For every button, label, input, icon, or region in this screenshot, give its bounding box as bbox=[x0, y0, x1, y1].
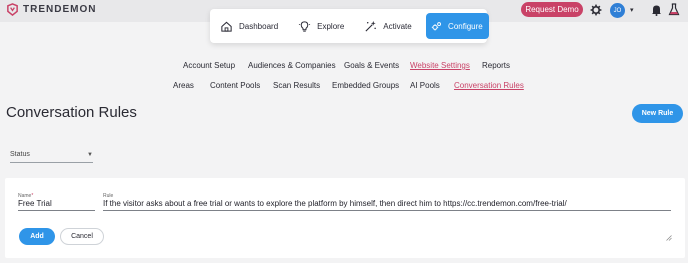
tab-account-setup[interactable]: Account Setup bbox=[183, 61, 235, 70]
brand-name: TRENDEMON bbox=[23, 4, 97, 15]
tab-goals-events[interactable]: Goals & Events bbox=[344, 61, 399, 70]
rule-form-card: Name* Free Trial Rule If the visitor ask… bbox=[5, 178, 685, 258]
resize-grip-icon[interactable] bbox=[666, 235, 672, 241]
rule-field-underline bbox=[103, 210, 671, 211]
avatar[interactable]: JO bbox=[610, 3, 625, 18]
tab-content-pools[interactable]: Content Pools bbox=[210, 81, 260, 90]
nav-dashboard[interactable]: Dashboard bbox=[214, 13, 284, 39]
sparkle-wand-icon bbox=[365, 20, 377, 32]
status-select-label: Status bbox=[10, 151, 30, 158]
tab-scan-results[interactable]: Scan Results bbox=[273, 81, 320, 90]
main-nav: Dashboard Explore Activate Configure bbox=[210, 9, 489, 43]
nav-configure[interactable]: Configure bbox=[425, 13, 489, 39]
tab-ai-pools[interactable]: AI Pools bbox=[410, 81, 440, 90]
gear-icon[interactable] bbox=[590, 4, 602, 16]
bell-icon[interactable] bbox=[651, 4, 662, 16]
house-icon bbox=[221, 21, 232, 32]
new-rule-button[interactable]: New Rule bbox=[632, 104, 683, 123]
tab-areas[interactable]: Areas bbox=[173, 81, 194, 90]
tab-reports[interactable]: Reports bbox=[482, 61, 510, 70]
nav-activate-label: Activate bbox=[383, 21, 412, 31]
lightbulb-icon bbox=[299, 20, 311, 32]
cancel-button[interactable]: Cancel bbox=[60, 228, 104, 245]
nav-explore[interactable]: Explore bbox=[292, 13, 350, 39]
tab-website-settings[interactable]: Website Settings bbox=[410, 61, 470, 70]
nav-configure-label: Configure bbox=[448, 21, 483, 31]
name-field-underline bbox=[18, 210, 95, 211]
request-demo-button[interactable]: Request Demo bbox=[521, 2, 583, 17]
trendemon-logo-icon bbox=[7, 3, 18, 16]
nav-activate[interactable]: Activate bbox=[358, 13, 417, 39]
chevron-down-icon: ▼ bbox=[87, 151, 93, 158]
flask-icon[interactable] bbox=[668, 3, 680, 16]
brand-logo[interactable]: TRENDEMON bbox=[6, 3, 96, 16]
tab-conversation-rules[interactable]: Conversation Rules bbox=[454, 81, 524, 90]
rule-field[interactable]: If the visitor asks about a free trial o… bbox=[103, 199, 567, 208]
name-field[interactable]: Free Trial bbox=[18, 199, 52, 208]
nav-dashboard-label: Dashboard bbox=[239, 21, 279, 31]
tab-audiences-companies[interactable]: Audiences & Companies bbox=[248, 61, 336, 70]
page-title: Conversation Rules bbox=[6, 104, 137, 121]
status-select[interactable]: Status ▼ bbox=[10, 149, 93, 163]
nav-explore-label: Explore bbox=[317, 21, 345, 31]
add-button[interactable]: Add bbox=[19, 228, 55, 245]
tab-embedded-groups[interactable]: Embedded Groups bbox=[332, 81, 399, 90]
chevron-down-icon[interactable]: ▾ bbox=[630, 6, 634, 14]
gears-icon bbox=[431, 21, 441, 31]
